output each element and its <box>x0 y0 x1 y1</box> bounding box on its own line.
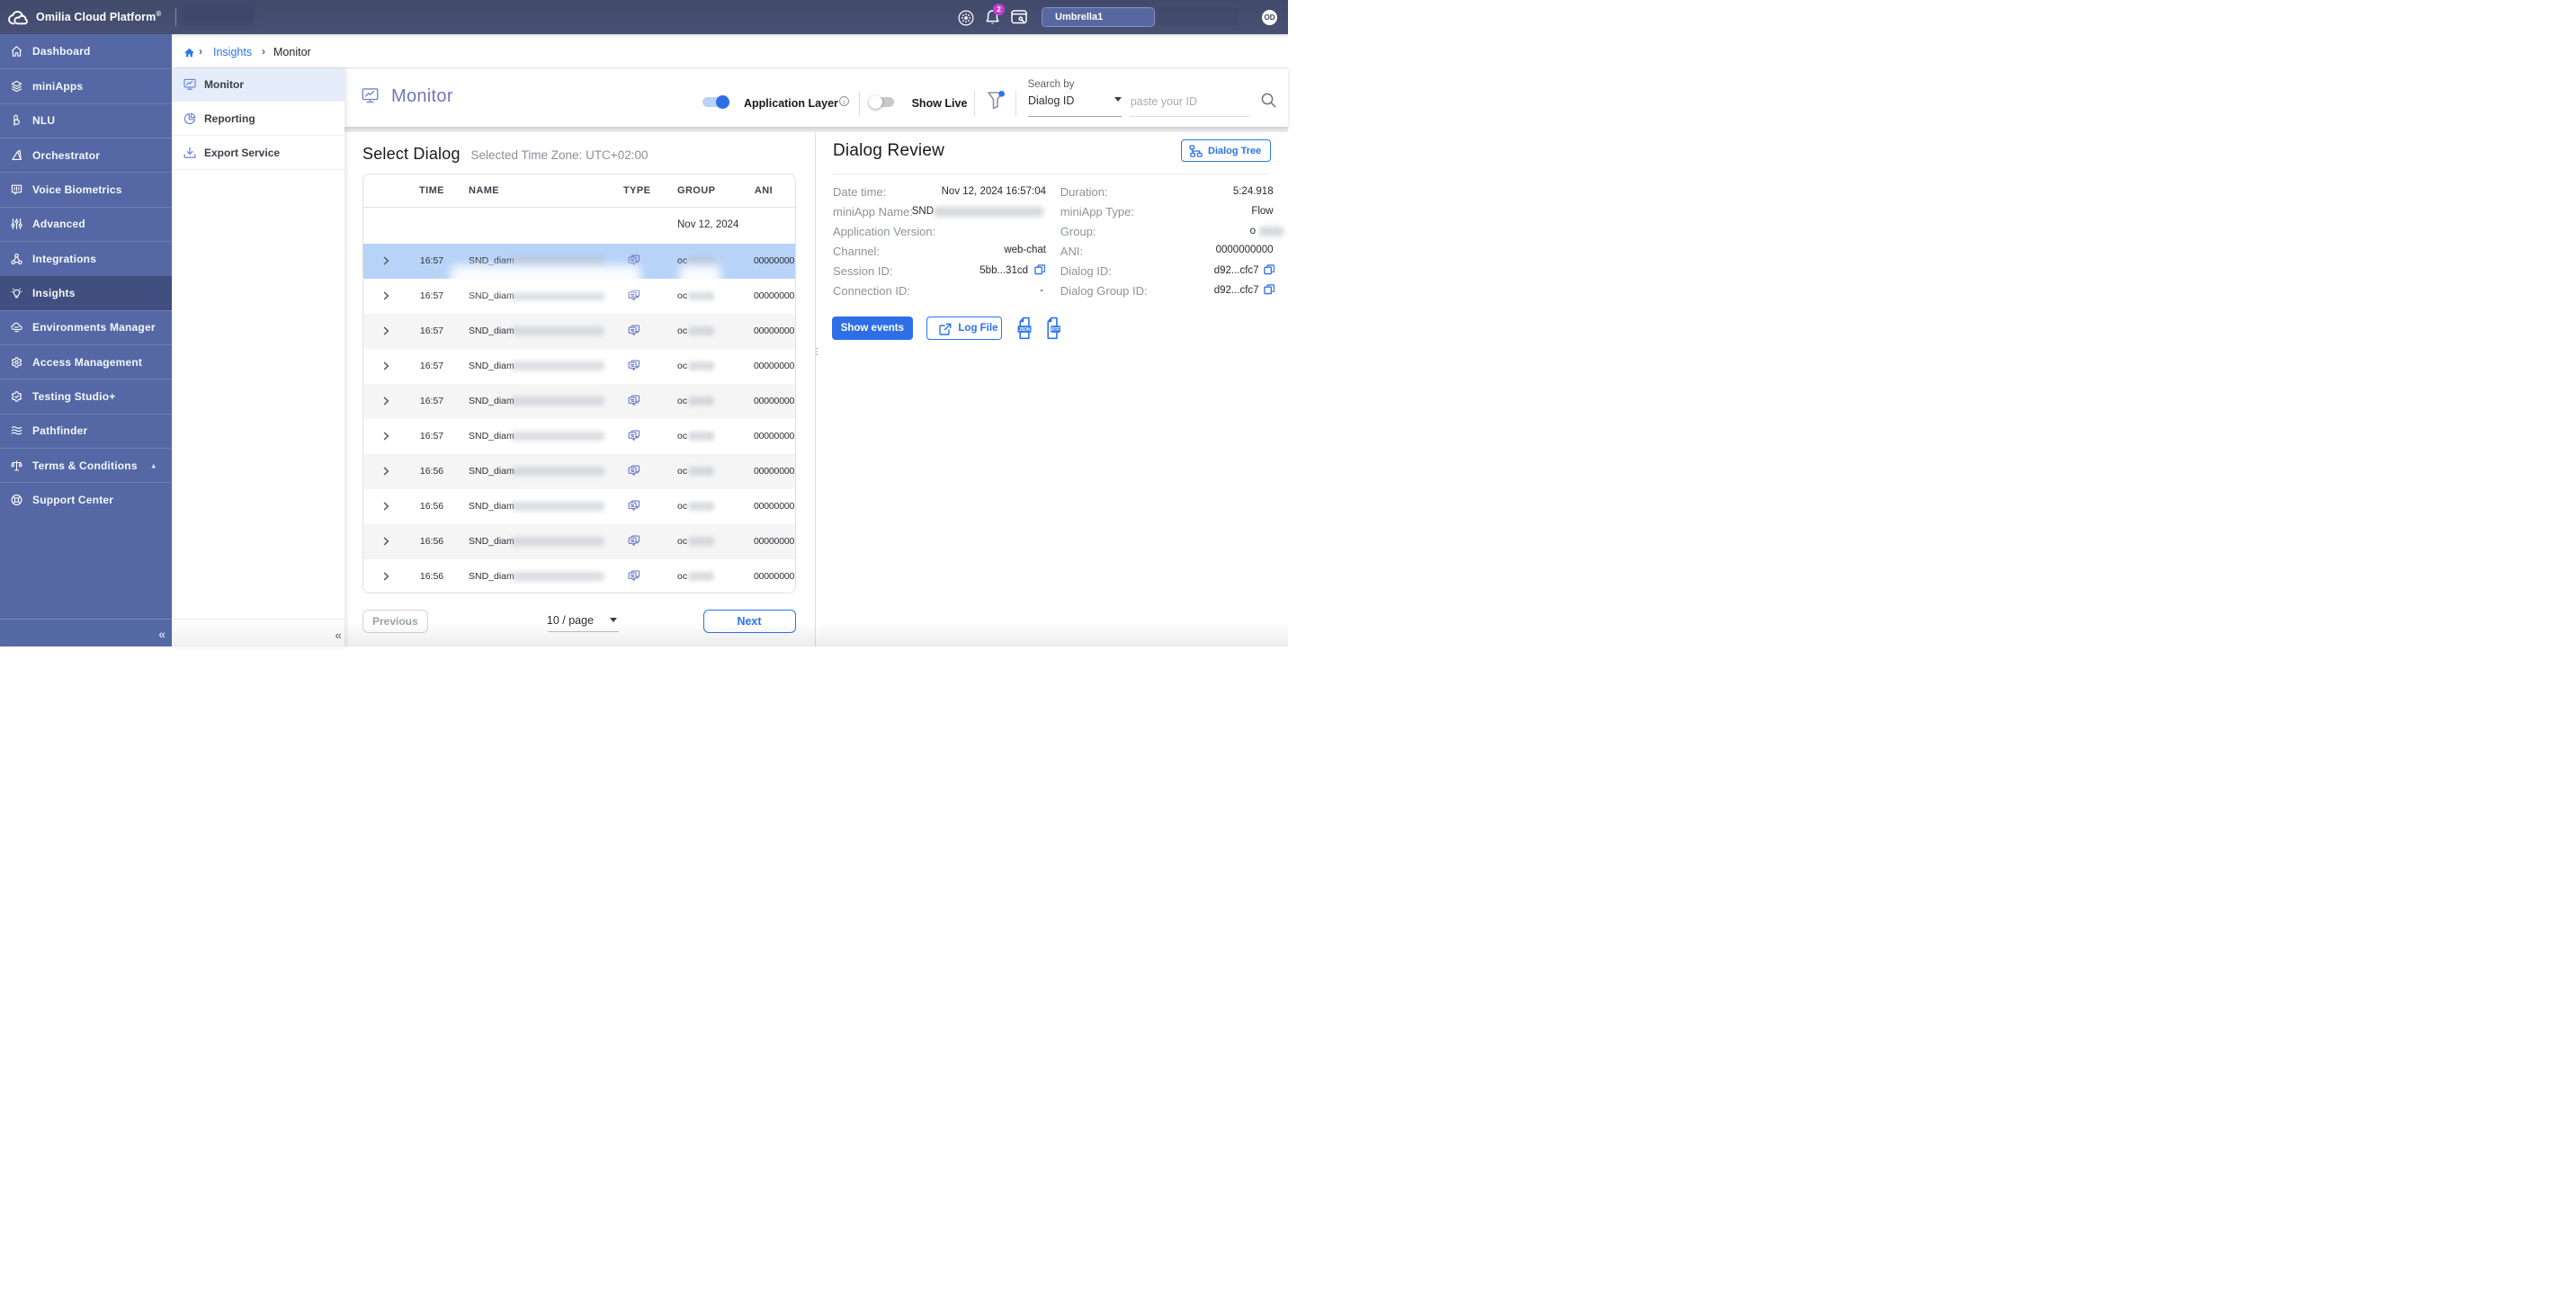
svg-text:JSON: JSON <box>1018 327 1030 333</box>
svg-text:RTF: RTF <box>1051 327 1060 333</box>
